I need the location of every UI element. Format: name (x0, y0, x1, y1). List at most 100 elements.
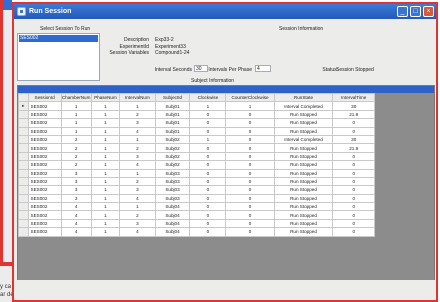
table-cell[interactable]: 1 (119, 202, 156, 212)
table-cell[interactable]: SES002 (27, 193, 62, 204)
table-cell[interactable]: 4 (60, 202, 92, 212)
table-cell[interactable]: Run Stopped (273, 143, 334, 153)
table-cell[interactable]: 0 (225, 218, 275, 229)
table-cell[interactable]: Subj04 (154, 210, 191, 220)
table-cell[interactable]: 0 (225, 126, 275, 136)
table-row[interactable]: SES002 1 1 3 Subj01 0 0 Run Stopped 0 (18, 118, 434, 128)
table-cell[interactable]: 0 (225, 109, 275, 120)
table-cell[interactable]: 3 (60, 185, 92, 195)
table-cell[interactable]: 1 (90, 151, 121, 162)
table-cell[interactable]: 0 (225, 168, 275, 178)
table-cell[interactable]: 0 (332, 176, 376, 187)
table-row[interactable]: SES002 2 1 3 Subj02 0 0 Run Stopped 0 (18, 151, 434, 162)
table-cell[interactable]: 2 (119, 143, 156, 153)
table-cell[interactable]: 1 (60, 101, 92, 111)
table-cell[interactable]: SES002 (27, 176, 62, 187)
table-row[interactable]: SES002 4 1 2 Subj04 0 0 Run Stopped 0 (18, 210, 434, 220)
table-cell[interactable]: Subj01 (154, 118, 191, 128)
table-cell[interactable]: Run Stopped (273, 160, 334, 170)
title-bar[interactable]: Run Session _ □ × (14, 4, 436, 19)
table-cell[interactable]: 1 (90, 176, 121, 187)
table-cell[interactable]: 0 (189, 160, 227, 170)
row-header[interactable]: ▸ (18, 101, 29, 111)
table-cell[interactable]: 0 (189, 109, 227, 120)
table-cell[interactable]: 1 (60, 118, 92, 128)
table-cell[interactable]: SES002 (27, 202, 62, 212)
table-cell[interactable]: 1 (90, 185, 121, 195)
table-cell[interactable]: 0 (225, 118, 275, 128)
table-cell[interactable]: SES002 (27, 151, 62, 162)
intervals-per-phase-field[interactable]: 4 (255, 65, 271, 72)
table-cell[interactable]: 0 (189, 227, 227, 237)
table-cell[interactable]: 0 (225, 193, 275, 204)
table-cell[interactable]: Run Stopped (273, 168, 334, 178)
table-cell[interactable]: 1 (90, 118, 121, 128)
table-cell[interactable]: 30 (332, 101, 376, 111)
table-cell[interactable]: 0 (332, 151, 376, 162)
table-cell[interactable]: SES002 (27, 101, 62, 111)
table-cell[interactable]: 3 (119, 151, 156, 162)
table-cell[interactable]: 0 (225, 202, 275, 212)
table-cell[interactable]: SES002 (27, 134, 62, 145)
table-cell[interactable]: 0 (189, 168, 227, 178)
table-cell[interactable]: SES002 (27, 143, 62, 153)
column-header[interactable]: IntervalTime (332, 92, 376, 103)
table-row[interactable]: ▸ SES002 1 1 1 Subj01 1 1 Interval Completed 30 (18, 101, 434, 111)
table-cell[interactable]: SES002 (27, 109, 62, 120)
table-cell[interactable]: Run Stopped (273, 151, 334, 162)
table-cell[interactable]: 2 (119, 210, 156, 220)
row-header[interactable] (18, 109, 29, 120)
table-cell[interactable]: 0 (332, 218, 376, 229)
table-cell[interactable]: 4 (119, 193, 156, 204)
table-cell[interactable]: Subj02 (154, 134, 191, 145)
table-cell[interactable]: 2 (119, 109, 156, 120)
table-cell[interactable]: Subj03 (154, 168, 191, 178)
table-cell[interactable]: 21.9 (332, 143, 376, 153)
table-cell[interactable]: Subj03 (154, 185, 191, 195)
table-cell[interactable]: 0 (189, 210, 227, 220)
table-cell[interactable]: Subj03 (154, 176, 191, 187)
table-cell[interactable]: 3 (119, 218, 156, 229)
table-cell[interactable]: 0 (225, 227, 275, 237)
table-cell[interactable]: Subj02 (154, 160, 191, 170)
table-row[interactable]: SES002 4 1 1 Subj04 0 0 Run Stopped 0 (18, 202, 434, 212)
row-header[interactable] (18, 160, 29, 170)
maximize-icon[interactable]: □ (410, 6, 421, 17)
table-cell[interactable]: 0 (332, 210, 376, 220)
table-cell[interactable]: SES002 (27, 126, 62, 136)
table-row[interactable]: SES002 3 1 1 Subj03 0 0 Run Stopped 0 (18, 168, 434, 178)
table-cell[interactable]: 1 (90, 143, 121, 153)
row-header[interactable] (18, 227, 29, 237)
table-cell[interactable]: Run Stopped (273, 218, 334, 229)
table-cell[interactable]: 3 (60, 193, 92, 204)
table-row[interactable]: SES002 3 1 4 Subj03 0 0 Run Stopped 0 (18, 193, 434, 204)
table-cell[interactable]: 0 (189, 118, 227, 128)
close-icon[interactable]: × (423, 6, 434, 17)
table-cell[interactable]: 2 (119, 176, 156, 187)
table-cell[interactable]: 0 (189, 143, 227, 153)
table-cell[interactable]: 1 (60, 109, 92, 120)
table-cell[interactable]: 1 (90, 126, 121, 136)
table-cell[interactable]: Subj01 (154, 126, 191, 136)
table-cell[interactable]: SES002 (27, 168, 62, 178)
table-cell[interactable]: 4 (119, 160, 156, 170)
table-cell[interactable]: Subj01 (154, 101, 191, 111)
minimize-icon[interactable]: _ (397, 6, 408, 17)
table-row[interactable]: SES002 1 1 2 Subj01 0 0 Run Stopped 21.9 (18, 109, 434, 120)
table-cell[interactable]: 3 (119, 118, 156, 128)
table-cell[interactable]: 0 (332, 227, 376, 237)
table-cell[interactable]: Subj04 (154, 227, 191, 237)
table-cell[interactable]: 0 (189, 151, 227, 162)
row-header[interactable] (18, 218, 29, 229)
table-cell[interactable]: 1 (90, 193, 121, 204)
row-header[interactable] (18, 202, 29, 212)
table-cell[interactable]: 1 (90, 160, 121, 170)
table-cell[interactable]: 4 (119, 126, 156, 136)
table-cell[interactable]: 4 (60, 218, 92, 229)
table-row[interactable]: SES002 4 1 3 Subj04 0 0 Run Stopped 0 (18, 218, 434, 229)
table-cell[interactable]: 3 (119, 185, 156, 195)
table-cell[interactable]: SES002 (27, 160, 62, 170)
table-cell[interactable]: Interval Completed (273, 134, 334, 145)
table-cell[interactable]: 1 (189, 101, 227, 111)
table-cell[interactable]: 21.9 (332, 109, 376, 120)
